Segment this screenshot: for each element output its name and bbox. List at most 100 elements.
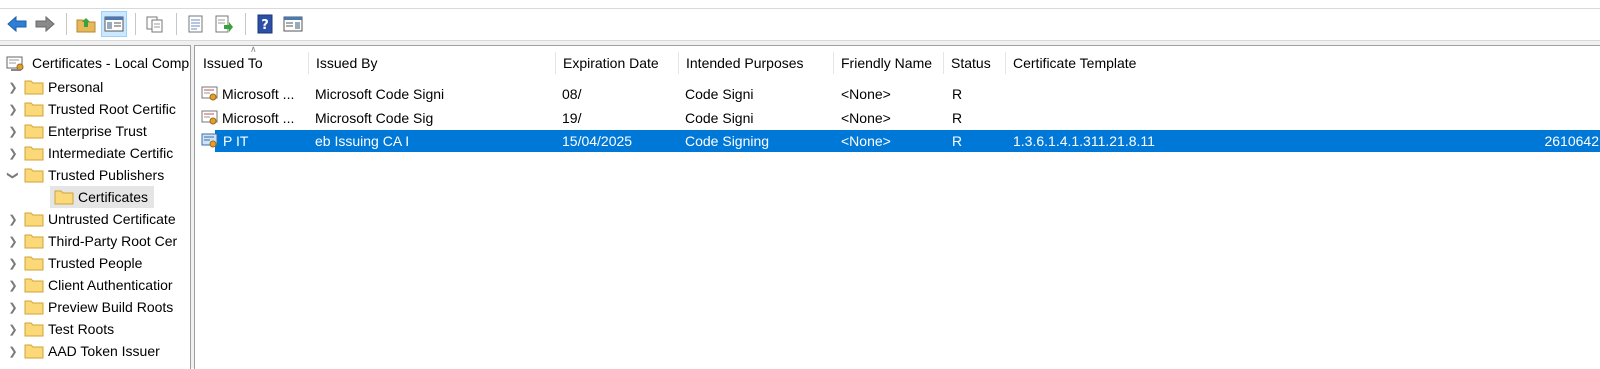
folder-icon: [24, 80, 44, 95]
tree-item-label: Untrusted Certificate: [48, 211, 176, 227]
sort-ascending-icon: ∧: [250, 45, 257, 54]
toolbar-separator: [176, 13, 177, 35]
chevron-right-icon[interactable]: ❯: [6, 103, 20, 116]
cell-certificate-template-suffix: 2610642: [1544, 133, 1599, 149]
chevron-right-icon[interactable]: ❯: [6, 323, 20, 336]
tree-item-aad-token-issuer[interactable]: ❯ AAD Token Issuer: [6, 340, 160, 362]
tree-item-label: AAD Token Issuer: [48, 343, 160, 359]
toolbar-separator: [66, 13, 67, 35]
cell-intended-purposes: Code Signi: [685, 86, 754, 102]
certificate-icon: [201, 110, 218, 125]
cell-status: R: [952, 133, 963, 149]
chevron-right-icon[interactable]: ❯: [6, 125, 20, 138]
up-one-level-button[interactable]: [73, 11, 99, 37]
chevron-right-icon[interactable]: ❯: [6, 345, 20, 358]
tree-item-label: Trusted People: [48, 255, 143, 271]
column-header-certificate-template[interactable]: Certificate Template: [1006, 46, 1406, 80]
column-header-friendly-name[interactable]: Friendly Name: [834, 46, 944, 80]
show-hide-console-tree-button[interactable]: [101, 11, 127, 37]
folder-icon: [24, 322, 44, 337]
up-folder-icon: [76, 18, 96, 33]
column-header-label: Issued By: [316, 55, 378, 71]
tree-root-label: Certificates - Local Comp: [32, 55, 190, 71]
column-header-label: Status: [951, 55, 991, 71]
certificate-list[interactable]: Issued To ∧ Issued By Expiration Date In…: [194, 45, 1600, 369]
chevron-right-icon[interactable]: ❯: [6, 235, 20, 248]
forward-button[interactable]: [32, 11, 58, 37]
tree-item-preview-build-roots[interactable]: ❯ Preview Build Roots: [6, 296, 173, 318]
tree-item-label: Trusted Root Certific: [48, 101, 176, 117]
folder-icon: [24, 344, 44, 359]
folder-icon: [24, 234, 44, 249]
export-list-icon: [215, 15, 233, 33]
tree-item-personal[interactable]: ❯ Personal: [6, 76, 103, 98]
tree-item-label: Certificates: [78, 189, 149, 205]
chevron-right-icon[interactable]: ❯: [6, 213, 20, 226]
window-top-edge: [0, 0, 1600, 9]
cell-intended-purposes: Code Signi: [685, 110, 754, 126]
column-header-label: Expiration Date: [563, 55, 659, 71]
table-row[interactable]: Microsoft ... Microsoft Code Signi 08/ C…: [201, 83, 1600, 105]
cell-friendly-name: <None>: [841, 86, 891, 102]
tree-item-certificates[interactable]: Certificates: [50, 186, 155, 208]
cell-issued-to: Microsoft ...: [222, 110, 295, 126]
chevron-right-icon[interactable]: ❯: [6, 279, 20, 292]
certificate-icon: [201, 133, 218, 148]
folder-icon: [24, 212, 44, 227]
tree-item-enterprise-trust[interactable]: ❯ Enterprise Trust: [6, 120, 146, 142]
tree-item-untrusted[interactable]: ❯ Untrusted Certificate: [6, 208, 176, 230]
forward-arrow-icon: [35, 15, 55, 33]
column-header-label: Certificate Template: [1013, 55, 1137, 71]
column-header-issued-by[interactable]: Issued By: [309, 46, 556, 80]
column-header-expiration-date[interactable]: Expiration Date: [556, 46, 679, 80]
toolbar-separator: [245, 13, 246, 35]
certificate-store-icon: [6, 56, 24, 71]
help-button[interactable]: ?: [252, 11, 278, 37]
cell-expiration-date: 19/: [562, 110, 582, 126]
cell-issued-by: eb Issuing CA I: [315, 133, 410, 149]
chevron-right-icon[interactable]: ❯: [6, 147, 20, 160]
toolbar-separator: [135, 13, 136, 35]
column-header-issued-to[interactable]: Issued To ∧: [195, 46, 309, 80]
tree-item-label: Test Roots: [48, 321, 115, 337]
chevron-right-icon[interactable]: ❯: [6, 81, 20, 94]
tree-item-label: Preview Build Roots: [48, 299, 174, 315]
tree-item-trusted-root[interactable]: ❯ Trusted Root Certific: [6, 98, 176, 120]
table-row-selected[interactable]: P IT eb Issuing CA I 15/04/2025 Code Sig…: [215, 130, 1600, 152]
cell-expiration-date: 08/: [562, 86, 582, 102]
help-icon: ?: [257, 14, 273, 34]
copy-icon: [146, 16, 163, 33]
svg-text:?: ?: [261, 18, 269, 33]
column-header-label: Friendly Name: [841, 55, 933, 71]
console-tree[interactable]: Certificates - Local Comp ❯ Personal ❯ T…: [0, 45, 191, 369]
properties-icon: [188, 15, 203, 33]
folder-icon: [54, 190, 74, 205]
tree-item-trusted-people[interactable]: ❯ Trusted People: [6, 252, 142, 274]
tree-root[interactable]: Certificates - Local Comp: [6, 52, 189, 74]
export-list-button[interactable]: [211, 11, 237, 37]
back-button[interactable]: [4, 11, 30, 37]
column-header-status[interactable]: Status: [944, 46, 1006, 80]
cell-issued-to: P IT: [223, 133, 249, 149]
folder-icon: [24, 102, 44, 117]
tree-item-third-party-root[interactable]: ❯ Third-Party Root Cer: [6, 230, 177, 252]
chevron-right-icon[interactable]: ❯: [6, 257, 20, 270]
chevron-right-icon[interactable]: ❯: [6, 301, 20, 314]
table-row[interactable]: Microsoft ... Microsoft Code Sig 19/ Cod…: [201, 107, 1600, 129]
cell-status: R: [952, 110, 963, 126]
tree-item-intermediate[interactable]: ❯ Intermediate Certific: [6, 142, 173, 164]
show-hide-action-pane-icon: [283, 16, 303, 32]
properties-button[interactable]: [183, 11, 209, 37]
chevron-down-icon[interactable]: ❯: [7, 168, 20, 182]
cell-certificate-template: [1013, 107, 1593, 129]
folder-icon: [24, 278, 44, 293]
tree-item-label: Client Authenticatior: [48, 277, 173, 293]
tree-item-client-authentication[interactable]: ❯ Client Authenticatior: [6, 274, 173, 296]
tree-item-test-roots[interactable]: ❯ Test Roots: [6, 318, 114, 340]
column-header-intended-purposes[interactable]: Intended Purposes: [679, 46, 834, 80]
back-arrow-icon: [7, 15, 27, 33]
folder-icon: [24, 124, 44, 139]
copy-button[interactable]: [142, 11, 168, 37]
tree-item-trusted-publishers[interactable]: ❯ Trusted Publishers: [6, 164, 165, 186]
show-hide-action-pane-button[interactable]: [280, 11, 306, 37]
